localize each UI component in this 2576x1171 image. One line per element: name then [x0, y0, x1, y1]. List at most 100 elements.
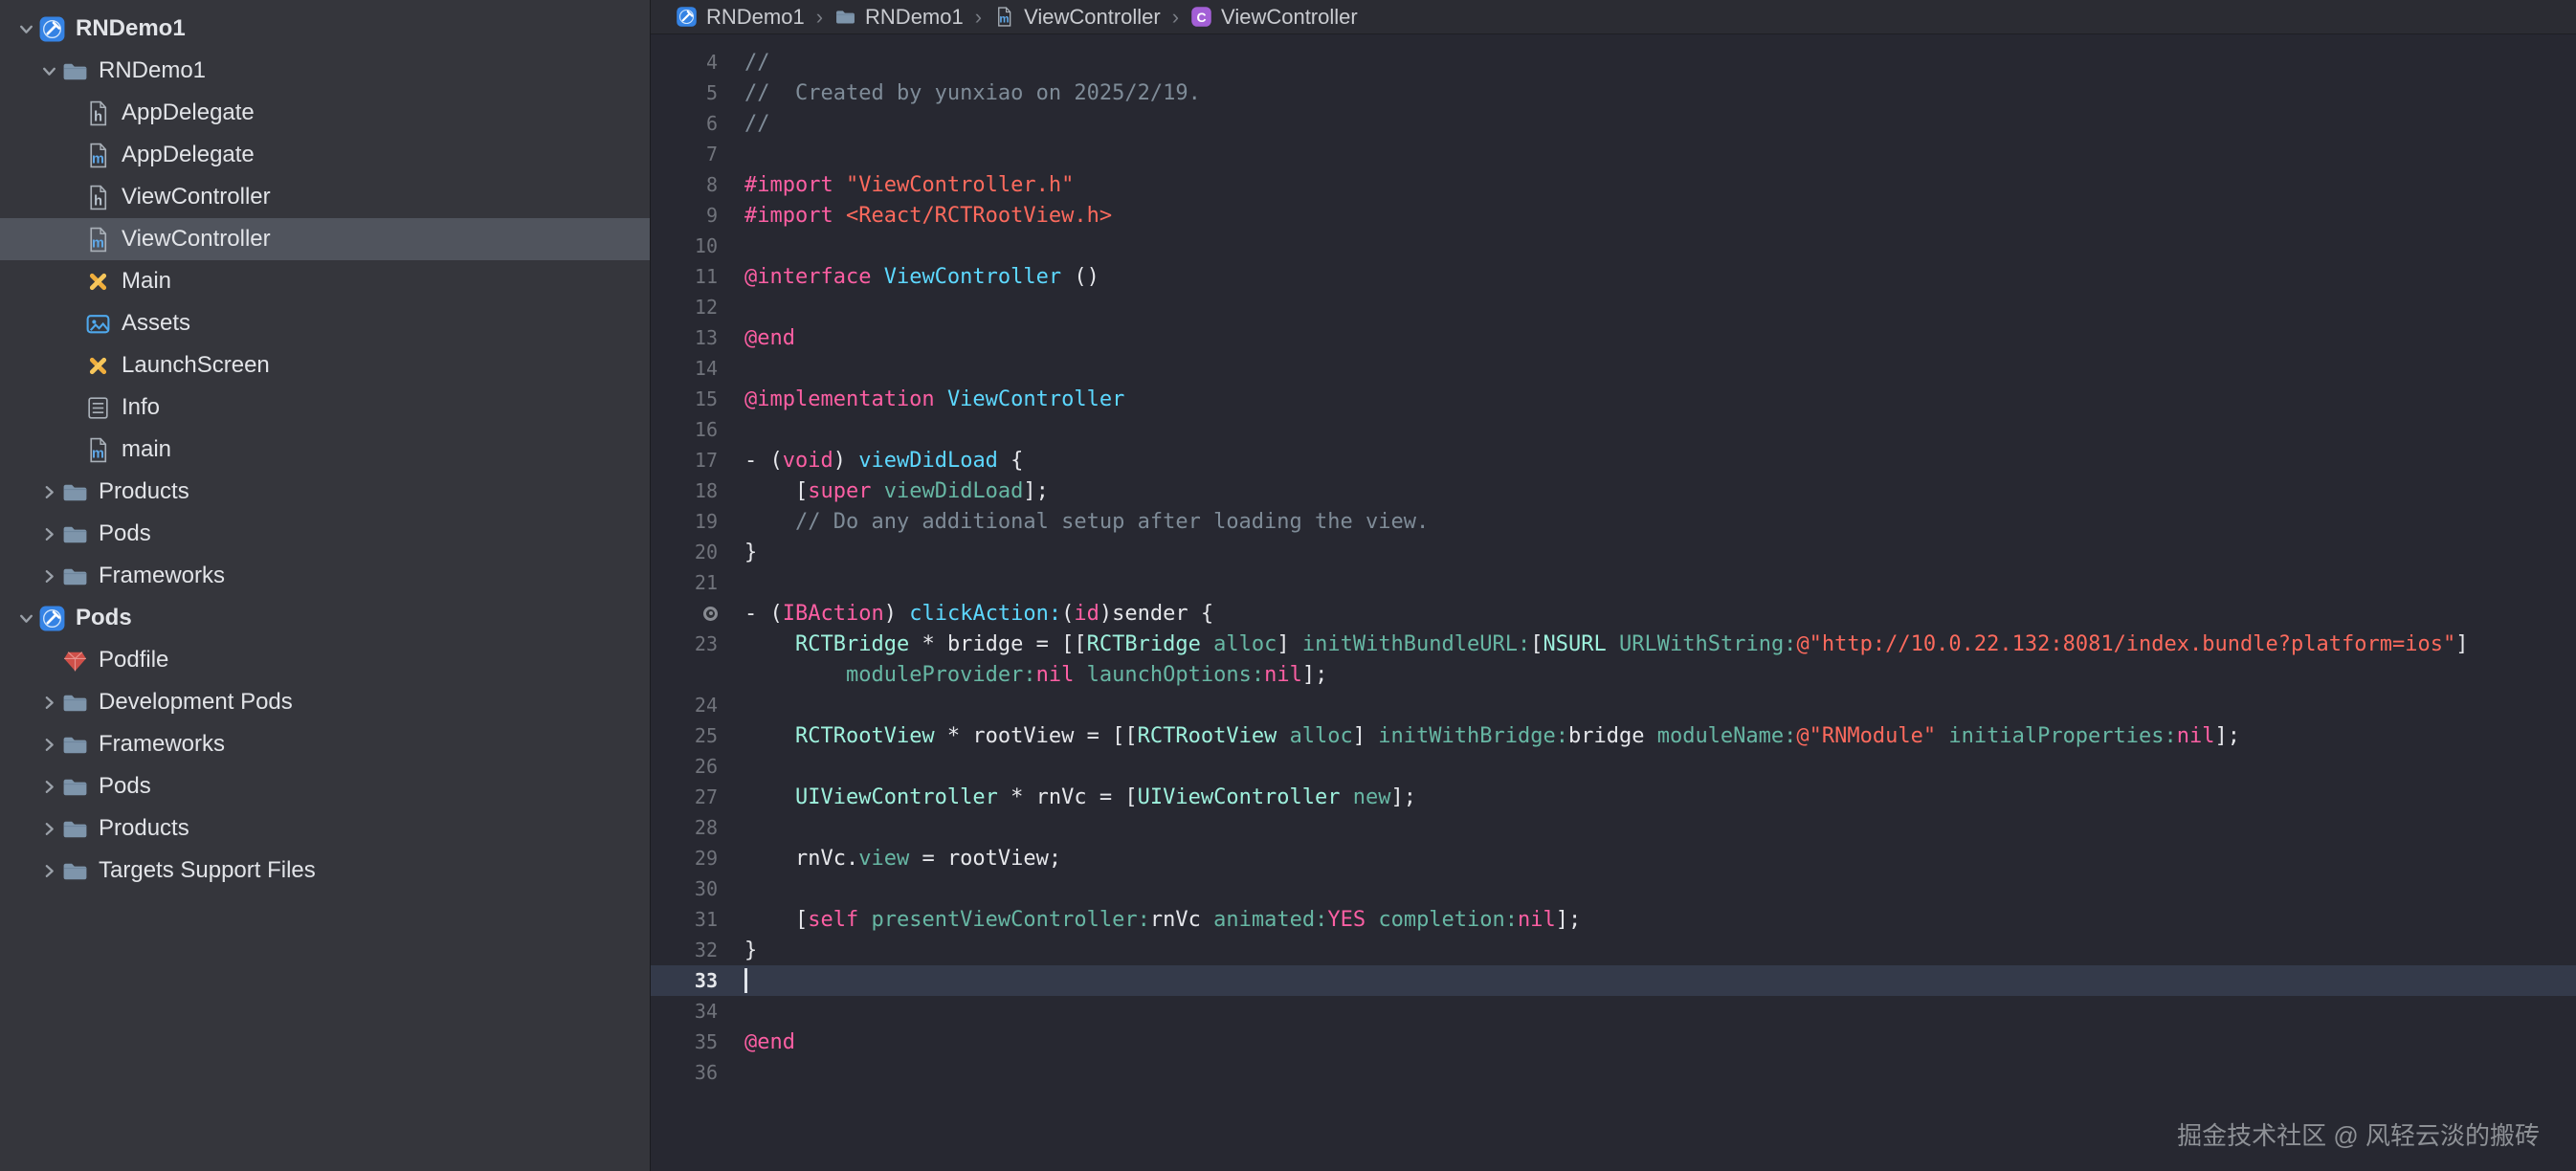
- line-number[interactable]: 12: [651, 296, 718, 319]
- code-text[interactable]: //: [718, 112, 770, 136]
- code-text[interactable]: - (void) viewDidLoad {: [718, 449, 1023, 473]
- sidebar-item-development-pods[interactable]: Development Pods: [0, 681, 650, 723]
- code-text[interactable]: #import "ViewController.h": [718, 173, 1074, 197]
- line-number[interactable]: 34: [651, 1000, 718, 1023]
- line-number[interactable]: 27: [651, 785, 718, 808]
- code-text[interactable]: [super viewDidLoad];: [718, 479, 1049, 503]
- sidebar-item-main[interactable]: Main: [0, 260, 650, 302]
- code-line-9[interactable]: 9#import <React/RCTRootView.h>: [651, 200, 2576, 231]
- disclosure-chevron-down-icon[interactable]: [13, 16, 38, 41]
- sidebar-item-appdelegate[interactable]: mAppDelegate: [0, 134, 650, 176]
- code-line-12[interactable]: 12: [651, 292, 2576, 322]
- code-text[interactable]: UIViewController * rnVc = [UIViewControl…: [718, 785, 1416, 809]
- code-line-15[interactable]: 15@implementation ViewController: [651, 384, 2576, 414]
- code-line-16[interactable]: 16: [651, 414, 2576, 445]
- line-number[interactable]: 16: [651, 418, 718, 441]
- line-number[interactable]: 35: [651, 1030, 718, 1053]
- disclosure-chevron-down-icon[interactable]: [36, 58, 61, 83]
- disclosure-chevron-right-icon[interactable]: [36, 816, 61, 841]
- line-number[interactable]: 14: [651, 357, 718, 380]
- code-line-6[interactable]: 6//: [651, 108, 2576, 139]
- line-number[interactable]: 5: [651, 81, 718, 104]
- code-line-7[interactable]: 7: [651, 139, 2576, 169]
- disclosure-chevron-right-icon[interactable]: [36, 732, 61, 757]
- code-text[interactable]: // Do any additional setup after loading…: [718, 510, 1429, 534]
- sidebar-item-viewcontroller[interactable]: mViewController: [0, 218, 650, 260]
- code-line-11[interactable]: 11@interface ViewController (): [651, 261, 2576, 292]
- line-number[interactable]: 26: [651, 755, 718, 778]
- code-line-20[interactable]: 20}: [651, 537, 2576, 567]
- code-text[interactable]: @end: [718, 1030, 795, 1054]
- line-number[interactable]: 21: [651, 571, 718, 594]
- code-text[interactable]: RCTRootView * rootView = [[RCTRootView a…: [718, 724, 2240, 748]
- code-line-26[interactable]: 26: [651, 751, 2576, 782]
- disclosure-chevron-right-icon[interactable]: [36, 479, 61, 504]
- sidebar-item-frameworks[interactable]: Frameworks: [0, 555, 650, 597]
- code-line-28[interactable]: 28: [651, 812, 2576, 843]
- code-text[interactable]: [718, 968, 747, 993]
- line-number[interactable]: 18: [651, 479, 718, 502]
- code-text[interactable]: // Created by yunxiao on 2025/2/19.: [718, 81, 1201, 105]
- sidebar-item-launchscreen[interactable]: LaunchScreen: [0, 344, 650, 387]
- gutter-ibaction-connector[interactable]: [651, 607, 718, 621]
- code-text[interactable]: @end: [718, 326, 795, 350]
- line-number[interactable]: 6: [651, 112, 718, 135]
- code-line-34[interactable]: 34: [651, 996, 2576, 1027]
- code-line-35[interactable]: 35@end: [651, 1027, 2576, 1057]
- line-number[interactable]: 33: [651, 969, 718, 992]
- line-number[interactable]: 19: [651, 510, 718, 533]
- code-line-29[interactable]: 29 rnVc.view = rootView;: [651, 843, 2576, 873]
- disclosure-chevron-right-icon[interactable]: [36, 690, 61, 715]
- code-text[interactable]: }: [718, 541, 757, 564]
- line-number[interactable]: 17: [651, 449, 718, 472]
- code-line-8[interactable]: 8#import "ViewController.h": [651, 169, 2576, 200]
- disclosure-chevron-right-icon[interactable]: [36, 774, 61, 799]
- line-number[interactable]: 30: [651, 877, 718, 900]
- code-line-18[interactable]: 18 [super viewDidLoad];: [651, 475, 2576, 506]
- code-text[interactable]: - (IBAction) clickAction:(id)sender {: [718, 602, 1213, 626]
- line-number[interactable]: 23: [651, 632, 718, 655]
- sidebar-item-frameworks[interactable]: Frameworks: [0, 723, 650, 765]
- code-line-13[interactable]: 13@end: [651, 322, 2576, 353]
- code-text[interactable]: RCTBridge * bridge = [[RCTBridge alloc] …: [718, 632, 2468, 656]
- sidebar-item-products[interactable]: Products: [0, 471, 650, 513]
- code-line-5[interactable]: 5// Created by yunxiao on 2025/2/19.: [651, 77, 2576, 108]
- code-text[interactable]: [self presentViewController:rnVc animate…: [718, 908, 1581, 932]
- code-line-24[interactable]: 24: [651, 690, 2576, 720]
- line-number[interactable]: 24: [651, 694, 718, 717]
- code-line-32[interactable]: 32}: [651, 935, 2576, 965]
- code-line-27[interactable]: 27 UIViewController * rnVc = [UIViewCont…: [651, 782, 2576, 812]
- line-number[interactable]: 11: [651, 265, 718, 288]
- ibaction-connection-icon[interactable]: [703, 607, 718, 621]
- line-number[interactable]: 4: [651, 51, 718, 74]
- code-line-21[interactable]: 21: [651, 567, 2576, 598]
- sidebar-item-assets[interactable]: Assets: [0, 302, 650, 344]
- line-number[interactable]: 36: [651, 1061, 718, 1084]
- line-number[interactable]: 15: [651, 387, 718, 410]
- breadcrumb-item-rndemo1[interactable]: RNDemo1: [676, 5, 805, 30]
- code-line-30[interactable]: 30: [651, 873, 2576, 904]
- code-line-31[interactable]: 31 [self presentViewController:rnVc anim…: [651, 904, 2576, 935]
- code-line-14[interactable]: 14: [651, 353, 2576, 384]
- code-text[interactable]: //: [718, 51, 770, 75]
- line-number[interactable]: 9: [651, 204, 718, 227]
- sidebar-item-pods[interactable]: Pods: [0, 597, 650, 639]
- sidebar-item-targets-support-files[interactable]: Targets Support Files: [0, 850, 650, 892]
- sidebar-item-products[interactable]: Products: [0, 807, 650, 850]
- sidebar-item-appdelegate[interactable]: hAppDelegate: [0, 92, 650, 134]
- line-number[interactable]: 29: [651, 847, 718, 870]
- code-text[interactable]: @implementation ViewController: [718, 387, 1124, 411]
- disclosure-chevron-down-icon[interactable]: [13, 606, 38, 630]
- disclosure-chevron-right-icon[interactable]: [36, 521, 61, 546]
- code-line-wrap[interactable]: moduleProvider:nil launchOptions:nil];: [651, 659, 2576, 690]
- disclosure-chevron-right-icon[interactable]: [36, 563, 61, 588]
- code-line-36[interactable]: 36: [651, 1057, 2576, 1088]
- line-number[interactable]: 13: [651, 326, 718, 349]
- code-line-17[interactable]: 17- (void) viewDidLoad {: [651, 445, 2576, 475]
- line-number[interactable]: 25: [651, 724, 718, 747]
- code-line-10[interactable]: 10: [651, 231, 2576, 261]
- line-number[interactable]: 28: [651, 816, 718, 839]
- disclosure-chevron-right-icon[interactable]: [36, 858, 61, 883]
- code-line-25[interactable]: 25 RCTRootView * rootView = [[RCTRootVie…: [651, 720, 2576, 751]
- code-text[interactable]: }: [718, 939, 757, 962]
